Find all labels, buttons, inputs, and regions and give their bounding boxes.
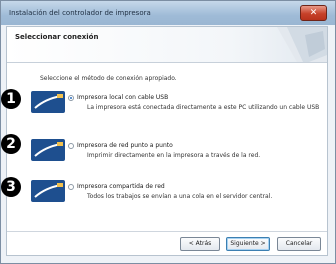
cancel-button[interactable]: Cancelar (277, 237, 321, 251)
window-title: Instalación del controlador de impresora (9, 9, 151, 17)
installer-window: Instalación del controlador de impresora… (0, 0, 336, 264)
radio-usb[interactable] (68, 95, 74, 101)
option-p2p-label: Impresora de red punto a punto (77, 142, 173, 149)
badge-3: 3 (1, 177, 21, 197)
footer-divider (7, 231, 327, 232)
page-title: Seleccionar conexión (15, 33, 99, 41)
next-button[interactable]: Siguiente > (226, 237, 270, 251)
close-icon: ✕ (309, 8, 318, 18)
wizard-header: Seleccionar conexión (7, 27, 327, 63)
badge-2: 2 (1, 134, 21, 154)
badge-1: 1 (1, 89, 21, 109)
title-bar[interactable]: Instalación del controlador de impresora… (1, 1, 335, 25)
close-button[interactable]: ✕ (300, 5, 327, 21)
radio-p2p[interactable] (68, 143, 74, 149)
wizard-content: Seleccionar conexión Seleccione el métod… (6, 26, 328, 256)
option-usb-label: Impresora local con cable USB (77, 94, 169, 101)
printer-banner-icon (277, 27, 327, 62)
radio-shared[interactable] (68, 184, 74, 190)
network-cable-icon (31, 139, 65, 161)
instruction-text: Seleccione el método de conexión apropia… (40, 75, 177, 82)
usb-cable-icon (31, 91, 65, 113)
option-p2p-description: Imprimir directamente en la impresora a … (87, 152, 261, 159)
option-usb[interactable]: Impresora local con cable USB La impreso… (7, 91, 329, 127)
option-shared[interactable]: Impresora compartida de red Todos los tr… (7, 180, 329, 216)
option-shared-label: Impresora compartida de red (77, 183, 165, 190)
back-button[interactable]: < Atrás (180, 237, 220, 251)
shared-network-icon (31, 180, 65, 202)
option-usb-description: La impresora está conectada directamente… (87, 104, 320, 111)
option-p2p[interactable]: Impresora de red punto a punto Imprimir … (7, 139, 329, 175)
option-shared-description: Todos los trabajos se envían a una cola … (87, 193, 273, 200)
